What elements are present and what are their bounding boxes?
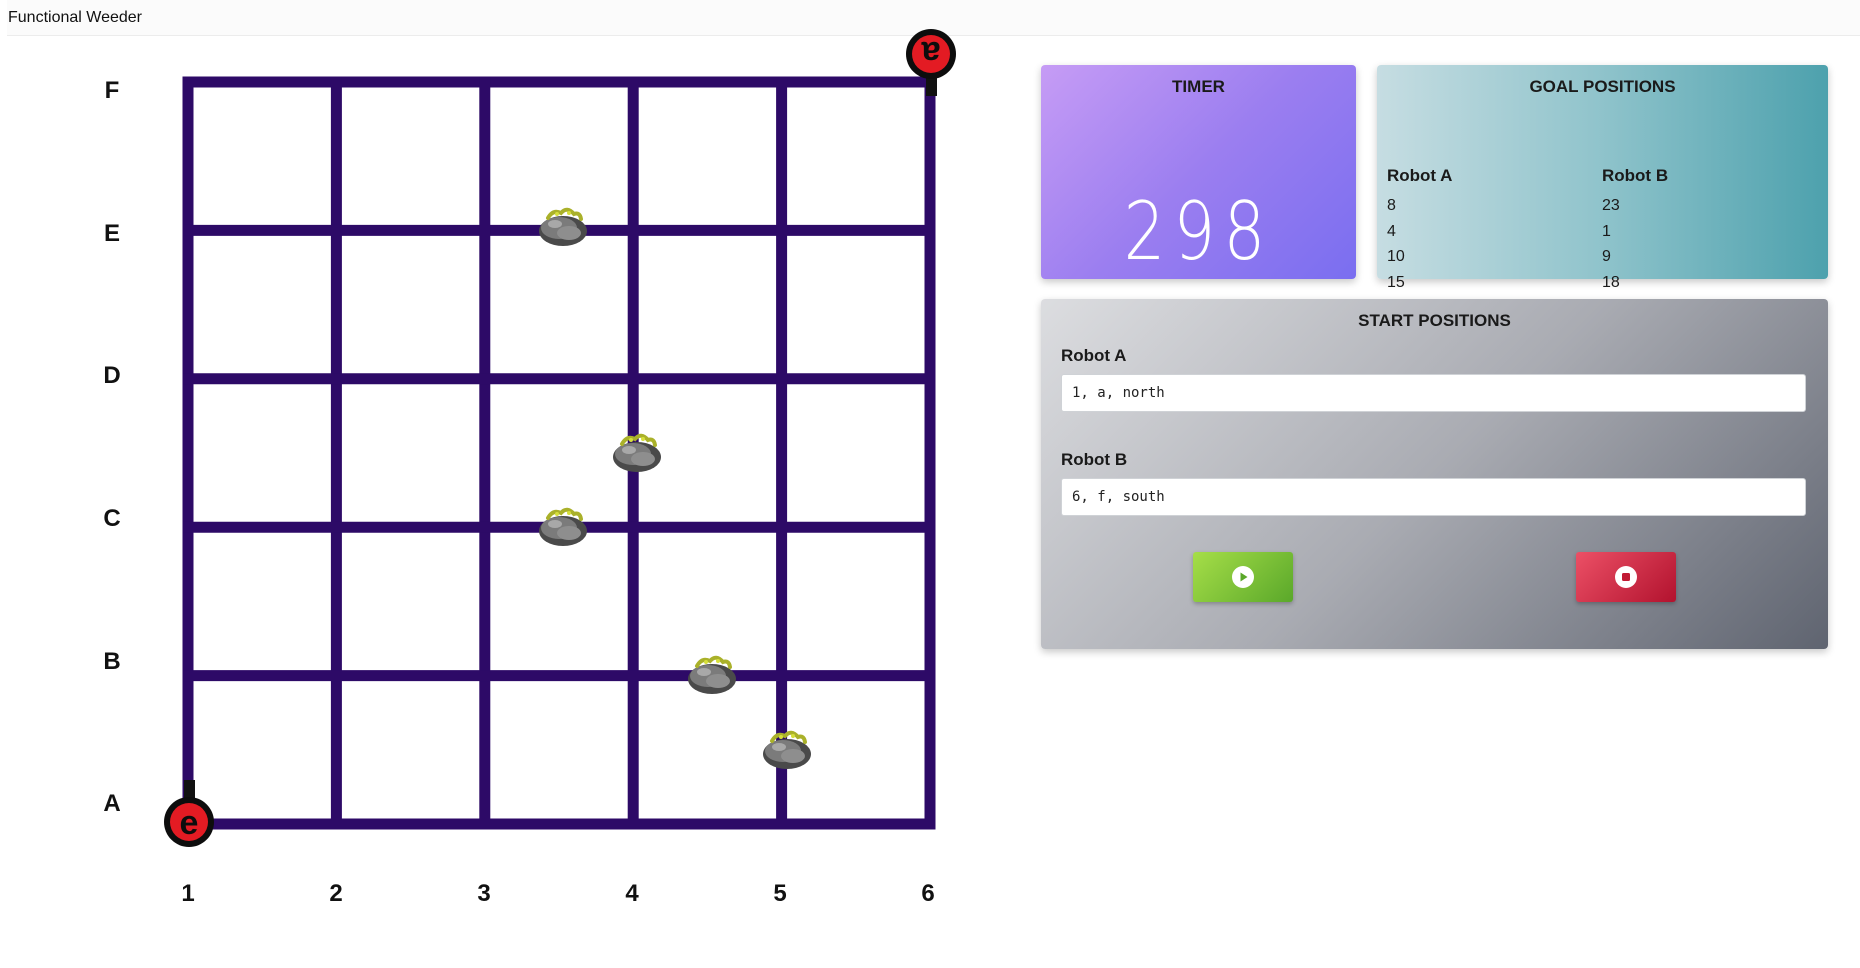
weed-rock-icon	[539, 207, 587, 246]
goal-positions-title: GOAL POSITIONS	[1529, 77, 1676, 96]
start-positions-panel: START POSITIONS Robot A Robot B	[1041, 299, 1828, 649]
play-icon	[1232, 566, 1254, 588]
row-label-b: B	[103, 648, 121, 675]
robot-letter: a	[920, 34, 940, 72]
timer-value: 298	[1123, 185, 1274, 278]
robot-b-start-label: Robot B	[1061, 450, 1128, 469]
goal-robot-b-value: 1	[1602, 223, 1611, 240]
goal-robot-b-value: 9	[1602, 248, 1611, 265]
goal-header-robot-b: Robot B	[1602, 166, 1669, 185]
goal-robot-a-value: 8	[1387, 197, 1396, 214]
robot-b-icon[interactable]: e	[164, 780, 214, 847]
weeds	[539, 207, 811, 769]
timer-panel: TIMER 298	[1041, 65, 1356, 279]
robot-letter: e	[180, 804, 199, 842]
weed-rock-icon	[539, 507, 587, 546]
game-board: a e	[164, 29, 956, 847]
start-button[interactable]	[1193, 552, 1293, 602]
goal-robot-a-value: 10	[1387, 248, 1405, 265]
goal-robot-b-value: 18	[1602, 274, 1620, 291]
robot-a-start-label: Robot A	[1061, 346, 1127, 365]
goal-robot-a-value: 4	[1387, 223, 1396, 240]
robot-a-start-input[interactable]	[1061, 374, 1806, 412]
row-label-c: C	[103, 505, 121, 532]
grid-lines	[182, 76, 936, 830]
row-label-e: E	[103, 220, 120, 247]
stop-icon	[1615, 566, 1637, 588]
goal-robot-a-value: 15	[1387, 274, 1405, 291]
row-label-f: F	[104, 77, 120, 104]
row-label-a: A	[103, 790, 121, 817]
goal-positions-panel: GOAL POSITIONS Robot A Robot B 8 23 4 1 …	[1377, 65, 1828, 291]
column-label-6: 6	[921, 880, 935, 907]
goal-robot-b-value: 23	[1602, 197, 1620, 214]
weed-rock-icon	[688, 655, 736, 694]
robot-b-start-input[interactable]	[1061, 478, 1806, 516]
column-label-1: 1	[181, 880, 195, 907]
goal-header-robot-a: Robot A	[1387, 166, 1453, 185]
column-label-3: 3	[477, 880, 491, 907]
column-label-5: 5	[773, 880, 787, 907]
column-label-2: 2	[329, 880, 343, 907]
column-label-4: 4	[625, 880, 639, 907]
timer-title: TIMER	[1172, 77, 1225, 96]
stop-button[interactable]	[1576, 552, 1676, 602]
start-positions-title: START POSITIONS	[1358, 311, 1511, 330]
row-label-d: D	[103, 362, 121, 389]
